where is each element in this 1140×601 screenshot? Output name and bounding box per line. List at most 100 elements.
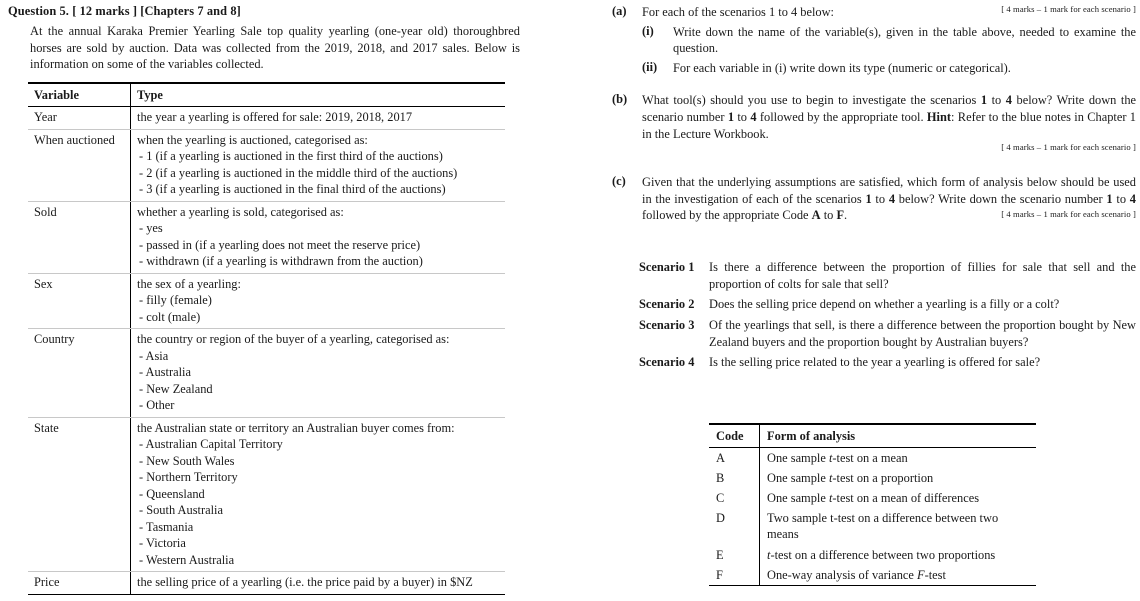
type-description: the selling price of a yearling (i.e. th… <box>137 575 473 589</box>
exam-page: Question 5. [ 12 marks ] [Chapters 7 and… <box>0 0 1140 601</box>
type-option: - yes <box>139 221 163 235</box>
part-a: (a) [ 4 marks – 1 mark for each scenario… <box>612 4 1136 76</box>
type-option: - 1 (if a yearling is auctioned in the f… <box>139 149 443 163</box>
type-option: - colt (male) <box>139 309 201 324</box>
column-header-form-of-analysis: Form of analysis <box>759 422 1036 448</box>
table-row: Sold whether a yearling is sold, categor… <box>28 201 505 274</box>
cell-variable-type: the country or region of the buyer of a … <box>130 328 505 418</box>
table-row: Sex the sex of a yearling: - filly (fema… <box>28 273 505 329</box>
part-c-text-4: to <box>1112 191 1130 206</box>
part-a-body: [ 4 marks – 1 mark for each scenario ] F… <box>642 4 1136 21</box>
part-c-text-5: followed by the appropriate Code <box>642 208 812 223</box>
scenario-text: Does the selling price depend on whether… <box>709 297 1060 312</box>
scenario-list: Scenario 1 Is there a difference between… <box>639 259 1136 371</box>
cell-code: A <box>716 450 725 465</box>
question-heading: Question 5. [ 12 marks ] [Chapters 7 and… <box>8 4 241 18</box>
part-a-i: (i) Write down the name of the variable(… <box>642 24 1136 57</box>
type-option: - Northern Territory <box>139 470 238 484</box>
type-option: - New Zealand <box>139 381 213 396</box>
cell-variable-type: when the yearling is auctioned, categori… <box>130 129 505 202</box>
table-row: B One sample t-test on a proportion <box>709 468 1036 489</box>
table-row: Price the selling price of a yearling (i… <box>28 571 505 595</box>
type-option: - Tasmania <box>139 519 194 534</box>
form-text-pre: One-way analysis of variance <box>767 567 918 582</box>
type-option: - Victoria <box>139 536 186 550</box>
cell-variable-name: State <box>28 417 131 572</box>
table-row: When auctioned when the yearling is auct… <box>28 129 505 202</box>
cell-code: F <box>709 564 760 586</box>
type-option: - Other <box>139 398 175 412</box>
type-description: the year a yearling is offered for sale:… <box>137 110 413 124</box>
cell-code: E <box>716 547 724 562</box>
cell-variable-type: the Australian state or territory an Aus… <box>130 417 505 572</box>
table-row: State the Australian state or territory … <box>28 417 505 572</box>
type-description: the sex of a yearling: <box>137 276 241 291</box>
type-option: - withdrawn (if a yearling is withdrawn … <box>139 254 423 268</box>
form-text-italic: F <box>917 567 925 582</box>
table-row: F One-way analysis of variance F-test <box>709 564 1036 586</box>
type-option: - South Australia <box>139 503 223 517</box>
question-intro: At the annual Karaka Premier Yearling Sa… <box>30 24 520 71</box>
part-b-text-2: to <box>987 93 1006 108</box>
cell-variable-type: whether a yearling is sold, categorised … <box>130 201 505 274</box>
part-b-marks: [ 4 marks – 1 mark for each scenario ] <box>1001 142 1136 153</box>
cell-variable-name: Sex <box>28 273 131 329</box>
cell-form-of-analysis: One-way analysis of variance F-test <box>759 564 1036 586</box>
table-header-row: Variable Type <box>28 81 505 107</box>
cell-form-of-analysis: One sample t-test on a mean <box>759 447 1036 468</box>
table-row: D Two sample t-test on a difference betw… <box>709 508 1036 545</box>
form-text-pre: One sample <box>767 450 829 465</box>
column-header-code: Code <box>709 422 760 448</box>
part-c-text-7: . <box>844 208 848 223</box>
form-text-post: -test on a difference between two propor… <box>770 547 996 562</box>
table-header-row: Code Form of analysis <box>709 422 1036 448</box>
type-option: - Queensland <box>139 486 205 501</box>
scenario-label: Scenario 3 <box>639 317 695 332</box>
part-b-hint-label: Hint <box>926 110 952 125</box>
table-row: Country the country or region of the buy… <box>28 328 505 418</box>
column-header-variable: Variable <box>28 81 131 107</box>
list-item: Scenario 3 Of the yearlings that sell, i… <box>639 317 1136 350</box>
part-c-label: (c) <box>612 174 626 189</box>
form-text-pre: One sample <box>767 491 829 506</box>
right-column: (a) [ 4 marks – 1 mark for each scenario… <box>612 4 1136 586</box>
part-b-label: (b) <box>612 92 628 107</box>
scenario-label: Scenario 1 <box>639 260 695 275</box>
scenario-text: Is there a difference between the propor… <box>709 260 1136 291</box>
cell-code: D <box>716 511 725 526</box>
scenario-label: Scenario 4 <box>639 355 695 370</box>
type-option: - Asia <box>139 348 169 363</box>
type-description: the Australian state or territory an Aus… <box>137 420 455 435</box>
form-text-pre: One sample <box>767 471 829 485</box>
part-a-ii-text: For each variable in (i) write down its … <box>673 60 1011 75</box>
part-a-marks: [ 4 marks – 1 mark for each scenario ] <box>1001 4 1136 14</box>
type-description: when the yearling is auctioned, categori… <box>137 132 368 147</box>
cell-variable-name: Sold <box>28 201 131 274</box>
part-a-i-text: Write down the name of the variable(s), … <box>673 24 1136 56</box>
cell-form-of-analysis: Two sample t-test on a difference betwee… <box>759 508 1036 545</box>
part-b-text-4: to <box>734 110 751 125</box>
table-row: C One sample t-test on a mean of differe… <box>709 488 1036 509</box>
part-c: (c) Given that the underlying assumption… <box>612 174 1136 223</box>
list-item: Scenario 2 Does the selling price depend… <box>639 296 1136 313</box>
form-text-post: -test on a mean of differences <box>832 491 980 506</box>
form-text-pre: Two sample t-test on a difference betwee… <box>767 511 999 542</box>
cell-variable-name: When auctioned <box>28 129 131 202</box>
cell-code: B <box>716 471 725 485</box>
part-c-text-3: below? Write down the scenario number <box>895 191 1107 206</box>
part-b-body: What tool(s) should you use to begin to … <box>642 92 1136 142</box>
variable-table-body: Year the year a yearling is offered for … <box>28 106 505 595</box>
part-c-bold-5: A <box>811 208 821 223</box>
code-table-body: A One sample t-test on a mean B One samp… <box>709 447 1036 586</box>
cell-variable-type: the sex of a yearling: - filly (female) … <box>130 273 505 329</box>
cell-form-of-analysis: One sample t-test on a mean of differenc… <box>759 488 1036 509</box>
type-option: - Western Australia <box>139 552 235 567</box>
part-c-bold-6: F <box>836 208 845 223</box>
cell-form-of-analysis: t-test on a difference between two propo… <box>759 544 1036 565</box>
form-text-post: -test <box>924 567 946 582</box>
type-description: whether a yearling is sold, categorised … <box>137 204 344 219</box>
type-description: the country or region of the buyer of a … <box>137 332 450 346</box>
form-of-analysis-table: Code Form of analysis A One sample t-tes… <box>709 422 1036 586</box>
part-a-ii: (ii) For each variable in (i) write down… <box>642 60 1136 77</box>
scenario-label: Scenario 2 <box>639 297 695 312</box>
